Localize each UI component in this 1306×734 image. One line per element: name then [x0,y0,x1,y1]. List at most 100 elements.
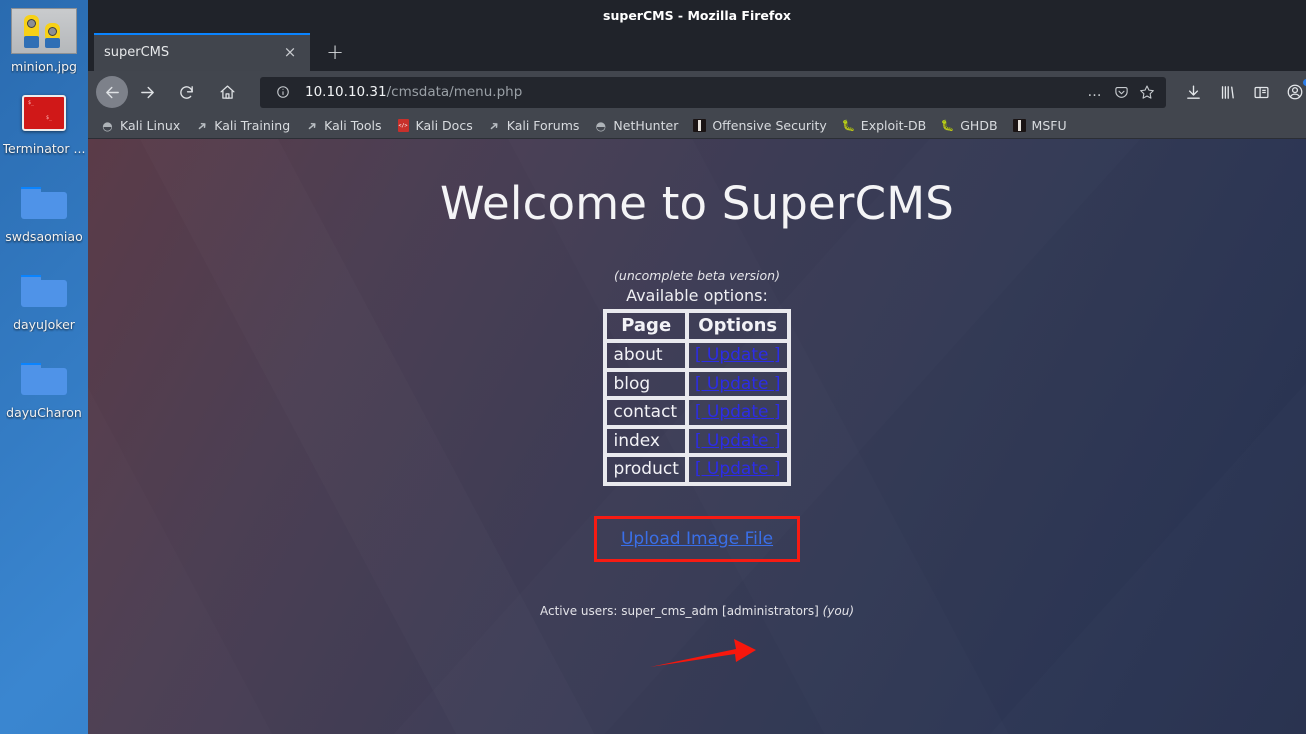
window-title: superCMS - Mozilla Firefox [603,7,791,23]
bookmark-label: GHDB [960,118,998,133]
bookmark-label: Kali Docs [415,118,473,133]
cell-options: [ Update ] [686,369,789,399]
cell-options: [ Update ] [686,455,789,484]
dragon-icon: ◓ [102,118,113,133]
table-row: index [ Update ] [605,426,789,456]
upload-highlight-box: Upload Image File [593,515,801,562]
bookmark-offensive-security[interactable]: Offensive Security [692,118,827,133]
column-header-options: Options [686,311,789,341]
active-users-text: Active users: super_cms_adm [administrat… [539,603,823,618]
update-link-about[interactable]: [ Update ] [695,345,781,365]
page-info-icon[interactable] [270,79,296,105]
wrench-icon: ➜ [303,116,320,135]
book-icon [396,118,411,133]
new-tab-button[interactable]: + [318,35,352,69]
cell-page-name: about [605,340,687,370]
update-link-index[interactable]: [ Update ] [695,431,781,451]
bookmark-label: MSFU [1031,118,1067,133]
bookmark-kali-docs[interactable]: Kali Docs [396,118,473,133]
bookmark-label: Exploit-DB [860,118,927,133]
table-row: contact [ Update ] [605,398,789,427]
account-icon[interactable] [1278,75,1306,109]
bookmark-label: Offensive Security [712,118,827,133]
bookmarks-toolbar: ◓Kali Linux ➜Kali Training ➜Kali Tools K… [88,113,1306,139]
reload-button[interactable] [170,76,202,108]
url-host: 10.10.10.31 [305,84,387,100]
update-link-blog[interactable]: [ Update ] [695,374,781,394]
url-bar[interactable]: 10.10.10.31/cmsdata/menu.php … [260,76,1166,108]
table-row: product [ Update ] [605,455,789,484]
library-icon[interactable] [1210,75,1244,109]
table-row: about [ Update ] [605,340,789,370]
bookmark-kali-forums[interactable]: ➜ Kali Forums [485,116,580,135]
active-users-you: (you) [822,603,855,618]
terminal-app-icon: $_ $_ [11,90,77,136]
available-options-label: Available options: [626,286,768,305]
desktop-icon-dayucharon[interactable]: dayuCharon [0,354,88,420]
bookmark-msfu[interactable]: MSFU [1012,118,1067,133]
star-icon[interactable] [1134,79,1160,105]
bookmark-label: Kali Linux [120,118,181,133]
close-icon[interactable]: × [280,42,300,62]
cell-page-name: index [605,426,687,456]
column-header-page: Page [605,311,687,341]
page-viewport: Welcome to SuperCMS (uncomplete beta ver… [88,139,1306,734]
cell-page-name: blog [605,369,687,399]
bookmark-label: Kali Tools [324,118,382,133]
cell-options: [ Update ] [686,340,789,370]
folder-icon [11,178,77,224]
wrench-icon: ➜ [193,116,211,135]
bookmark-nethunter[interactable]: ◓ NetHunter [593,118,679,133]
cell-page-name: product [605,455,687,484]
window-titlebar: superCMS - Mozilla Firefox [88,0,1306,30]
update-link-product[interactable]: [ Update ] [695,459,781,479]
pocket-icon[interactable] [1108,79,1134,105]
url-path: /cmsdata/menu.php [386,84,523,100]
folder-icon [11,354,77,400]
dagger-icon [692,118,707,133]
desktop-icon-label: dayuCharon [6,405,82,420]
dagger-icon [1012,118,1027,133]
bookmark-kali-tools[interactable]: ➜ Kali Tools [303,116,382,135]
firefox-window: superCMS - Mozilla Firefox superCMS × + … [88,0,1306,734]
update-link-contact[interactable]: [ Update ] [695,402,781,422]
bookmark-label: Kali Forums [506,118,580,133]
desktop-icon-label: dayuJoker [13,317,75,332]
navigation-toolbar: 10.10.10.31/cmsdata/menu.php … [88,71,1306,113]
bug-icon: 🐛 [940,119,955,132]
downloads-icon[interactable] [1176,75,1210,109]
forward-button[interactable] [131,76,163,108]
tab-strip: superCMS × + [88,30,1306,71]
image-thumbnail-icon [11,8,77,54]
bookmark-kali-linux[interactable]: ◓ Kali Linux [100,118,180,133]
cell-options: [ Update ] [686,398,789,427]
bookmark-exploit-db[interactable]: 🐛 Exploit-DB [841,118,926,133]
tab-supercms[interactable]: superCMS × [94,33,310,71]
cell-page-name: contact [605,398,687,427]
bookmark-kali-training[interactable]: ➜ Kali Training [193,116,291,135]
bug-icon: 🐛 [841,119,856,132]
bookmark-ghdb[interactable]: 🐛 GHDB [940,118,998,133]
desktop-icon-minion[interactable]: minion.jpg [0,8,88,74]
bookmark-label: Kali Training [214,118,291,133]
dragon-icon: ◓ [595,118,607,133]
page-actions-icon[interactable]: … [1082,79,1108,105]
desktop-icon-terminator[interactable]: $_ $_ Terminator ... [0,90,88,156]
desktop-icon-column: minion.jpg $_ $_ Terminator ... swdsaomi… [0,0,88,734]
annotation-arrow-icon [650,639,756,667]
tab-label: superCMS [104,44,170,60]
sidebar-icon[interactable] [1244,75,1278,109]
back-button[interactable] [96,76,128,108]
wrench-icon: ➜ [485,116,503,135]
table-row: blog [ Update ] [605,369,789,399]
home-button[interactable] [211,76,243,108]
desktop-icon-swdsaomiao[interactable]: swdsaomiao [0,178,88,244]
table-header-row: Page Options [605,311,789,341]
active-users-footer: Active users: super_cms_adm [administrat… [88,604,1306,618]
page-title: Welcome to SuperCMS [439,177,955,230]
upload-image-file-link[interactable]: Upload Image File [621,529,773,549]
desktop-icon-label: minion.jpg [11,59,77,74]
desktop-icon-dayujoker[interactable]: dayuJoker [0,266,88,332]
cell-options: [ Update ] [686,426,789,456]
page-body: Welcome to SuperCMS (uncomplete beta ver… [88,139,1306,618]
